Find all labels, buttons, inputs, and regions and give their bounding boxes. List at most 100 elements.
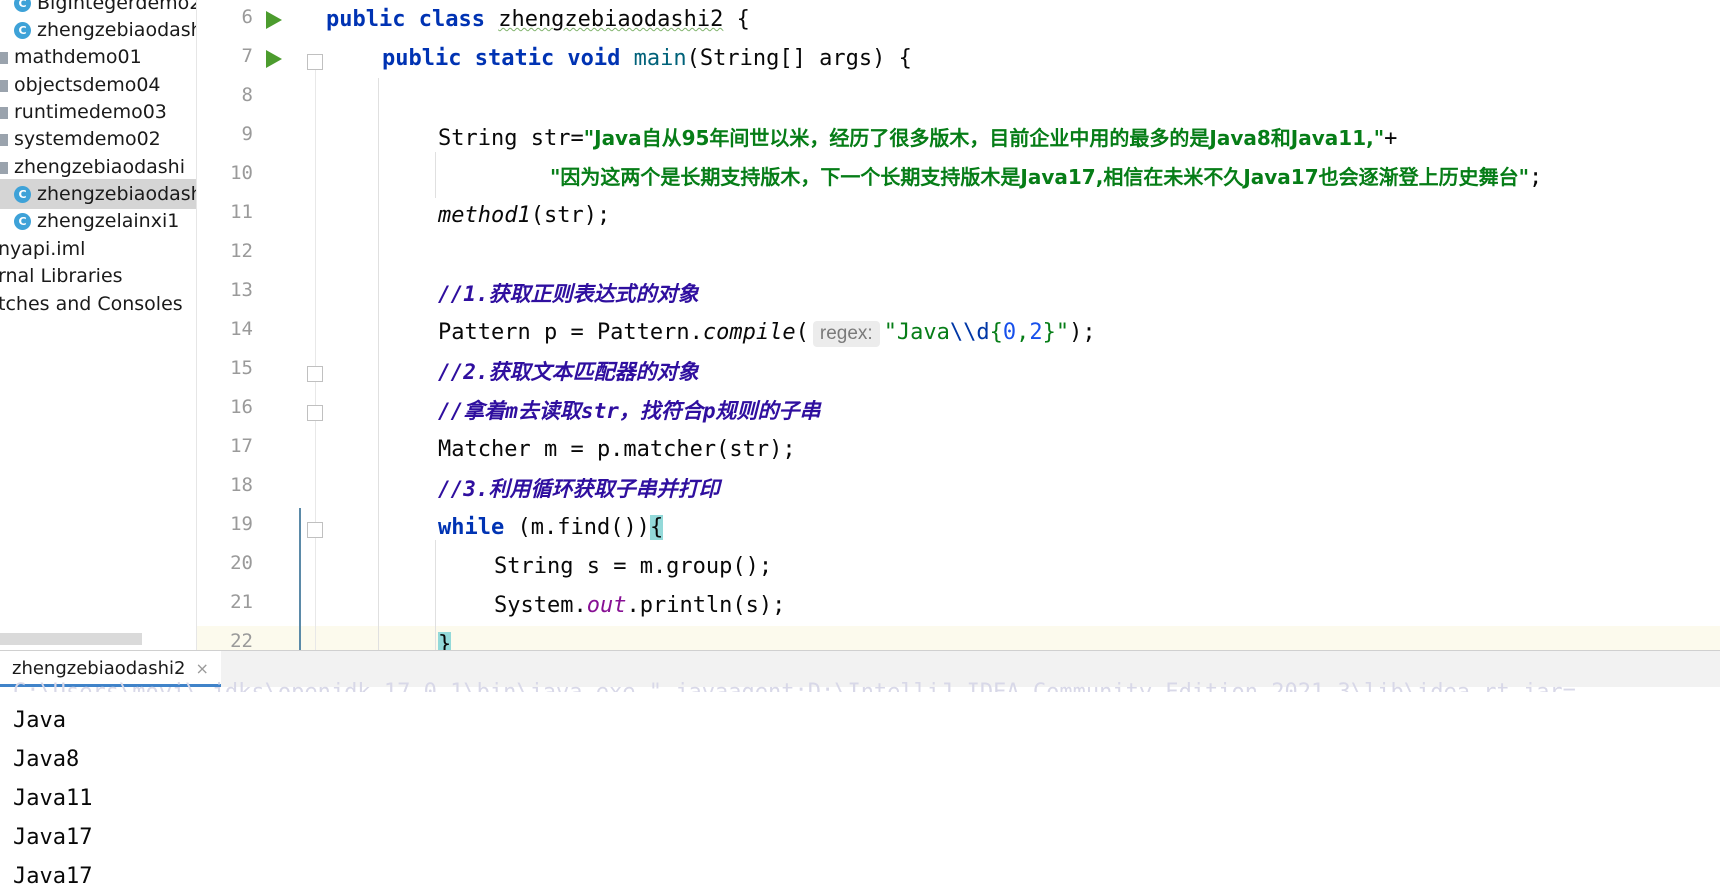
method-name: main [633,46,687,71]
package-icon [0,79,8,92]
tree-item-label: mathdemo01 [14,46,142,68]
escape-sequence: \\d [949,320,990,345]
vcs-change-marker[interactable] [299,508,301,650]
line-number: 15 [230,357,253,379]
run-main-icon[interactable] [266,50,282,68]
code-line-17[interactable]: Matcher m = p.matcher(str); [438,432,796,468]
indent-guide [435,152,436,198]
line-number: 14 [230,318,253,340]
fold-icon[interactable] [307,522,323,538]
package-icon [0,161,8,174]
string-literal: "因为这两个是长期支持版木，下一个长期支持版木是Java17,相信在未米不久Ja… [550,165,1530,189]
code-text: .println(s); [626,593,786,618]
tree-item-label: zhengzebiaodashi2 [37,183,196,205]
line-number: 17 [230,435,253,457]
fold-icon[interactable] [307,405,323,421]
line-number: 8 [241,84,253,106]
package-icon [0,51,8,64]
matched-brace: } [438,632,452,650]
method-call: compile [702,320,796,345]
code-line-19[interactable]: while (m.find()){ [438,510,664,546]
code-line-10[interactable]: "因为这两个是长期支持版木，下一个长期支持版木是Java17,相信在未米不久Ja… [550,159,1542,195]
code-comment-16[interactable]: //拿着m去读取str，找符合p规则的子串 [438,393,821,429]
code-comment-15[interactable]: //2.获取文本匹配器的对象 [438,354,699,390]
tree-item-label: BigIntegerdemo2 [37,0,197,14]
code-comment-13[interactable]: //1.获取正则表达式的对象 [438,276,699,312]
code-text: (String[] args) { [686,46,912,71]
line-number: 19 [230,513,253,535]
line-number: 16 [230,396,253,418]
tree-item-zhengzebiaodashi-package[interactable]: zhengzebiaodashi [0,152,185,182]
line-number: 22 [230,630,253,650]
code-line-11[interactable]: method1(str); [438,198,610,234]
tree-item-label: runtimedemo03 [14,101,167,123]
code-text: { [723,7,750,32]
code-line-14[interactable]: Pattern p = Pattern.compile(regex: "Java\… [438,315,1096,351]
console-output-line: Java11 [13,786,93,811]
code-text: (str); [530,203,611,228]
operator: + [1384,126,1398,151]
run-class-icon[interactable] [266,11,282,29]
class-icon: C [14,186,31,203]
console-output-line: Java8 [13,747,80,772]
tree-item-label: systemdemo02 [14,128,161,150]
line-number: 10 [230,162,253,184]
line-number: 9 [241,123,253,145]
code-text: ; [1529,165,1543,190]
fold-icon[interactable] [307,54,323,70]
console-output-line: Java [13,708,66,733]
string-quote: " [1055,320,1070,345]
sidebar-horizontal-scrollbar[interactable] [0,633,142,645]
line-number: 7 [241,45,253,67]
line-number: 11 [230,201,253,223]
line-number: 18 [230,474,253,496]
line-number: 20 [230,552,253,574]
regex-comma: , [1016,320,1030,345]
tree-item-zhengzebiaodashi2[interactable]: Czhengzebiaodashi2 [0,179,196,209]
package-icon [0,133,8,146]
matched-brace: { [649,515,664,540]
tree-item-runtimedemo03[interactable]: runtimedemo03 [0,97,167,127]
console-output-line: Java17 [13,825,93,850]
code-line-9[interactable]: String str="Java自从95年间世以米，经历了很多版木，目前企业中用… [438,120,1397,156]
code-line-6[interactable]: public class zhengzebiaodashi2 { [326,2,750,38]
code-line-20[interactable]: String s = m.group(); [494,549,772,585]
method-call: method1 [438,203,531,228]
tree-item-iml-file[interactable]: nyapi.iml [0,234,85,264]
code-line-21[interactable]: System.out.println(s); [494,588,785,624]
line-number: 13 [230,279,253,301]
project-sidebar: C BigIntegerdemo2 Czhengzebiaodashi mathd… [0,0,197,650]
tree-item-label: objectsdemo04 [14,74,161,96]
keyword: public class [326,7,485,32]
line-number: 6 [241,6,253,28]
code-text: String str= [438,126,584,151]
indent-guide [435,540,436,650]
regex-number: 2 [1029,320,1043,345]
string-literal: "Java [883,320,950,345]
tree-item-label: zhengzelainxi1 [37,210,180,232]
code-text: System. [494,593,587,618]
line-number: 21 [230,591,253,613]
tree-item-systemdemo02[interactable]: systemdemo02 [0,124,161,154]
package-icon [0,106,8,119]
code-comment-18[interactable]: //3.利用循环获取子串并打印 [438,471,720,507]
tree-item-scratches-consoles[interactable]: tches and Consoles [0,289,183,319]
tree-item-label: nyapi.iml [0,238,86,260]
tree-item-zhengzelainxi1[interactable]: Czhengzelainxi1 [14,206,179,236]
tree-item-external-libraries[interactable]: rnal Libraries [0,261,123,291]
code-line-22[interactable]: } [438,627,452,650]
class-icon: C [14,0,31,12]
gutter-separator [315,60,316,650]
tree-item-zhengzebiaodashi-class[interactable]: Czhengzebiaodashi [14,15,196,45]
regex-brace: } [1042,320,1056,345]
fold-icon[interactable] [307,366,323,382]
console-command-line: C:\Users\moyi\.jdks\openjdk-17.0.1\bin\j… [13,680,1576,692]
indent-guide [378,78,379,650]
run-tab-label: zhengzebiaodashi2 [12,658,186,679]
code-line-7[interactable]: public static void main(String[] args) { [382,41,912,77]
close-icon[interactable]: × [195,659,208,678]
tree-item-objectsdemo04[interactable]: objectsdemo04 [0,70,161,100]
tree-item-label: tches and Consoles [0,293,183,315]
tree-item-mathdemo01[interactable]: mathdemo01 [0,42,142,72]
run-console[interactable] [0,687,1720,896]
